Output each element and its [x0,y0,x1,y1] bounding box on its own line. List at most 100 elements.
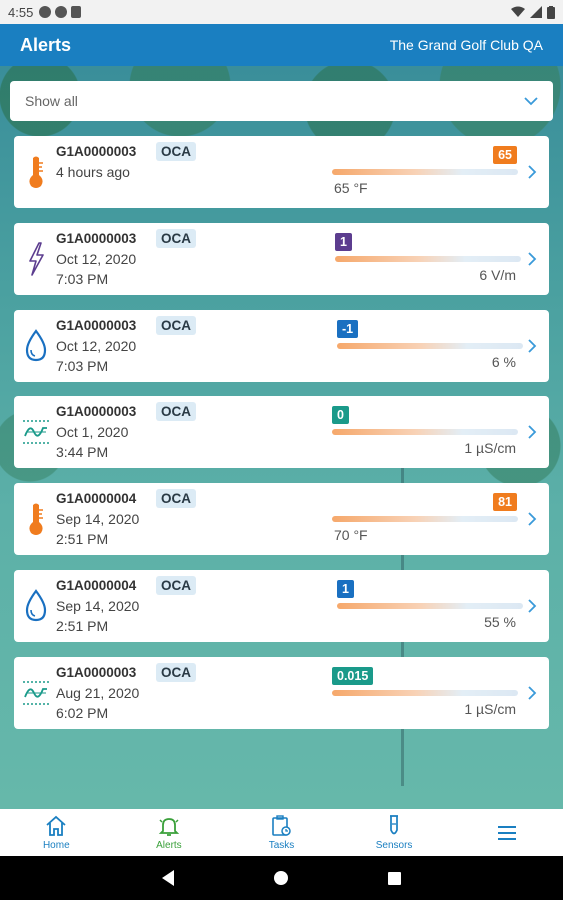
system-nav-bar [0,856,563,900]
sensor-id: G1A0000004 [56,491,137,506]
reading-text: 65 °F [334,180,368,196]
chevron-right-icon[interactable] [527,685,537,701]
alert-time: Oct 1, 2020 [56,424,129,440]
sensor-id: G1A0000003 [56,144,137,159]
chevron-right-icon [528,339,537,353]
bottom-nav: Home Alerts Tasks Sensors [0,809,563,856]
chevron-right-icon [528,165,537,179]
level-bar [335,256,521,262]
back-icon[interactable] [162,870,174,886]
tag-badge: OCA [156,576,196,595]
alert-time: 3:44 PM [56,444,109,460]
nav-alerts[interactable]: Alerts [113,809,226,856]
home-icon [46,815,66,836]
water-drop-icon [22,586,50,626]
value-badge: -1 [337,320,359,338]
tasks-icon [272,815,292,836]
tag-badge: OCA [156,402,196,421]
value-badge: 1 [337,580,354,598]
chevron-right-icon[interactable] [527,251,537,267]
app-notification-icon [55,6,68,18]
chevron-right-icon [528,599,537,613]
menu-icon [497,825,516,840]
value-badge: 81 [493,493,517,511]
nav-home[interactable]: Home [0,809,113,856]
sensor-id: G1A0000003 [56,404,137,419]
nav-label: Tasks [268,840,295,851]
nav-tasks[interactable]: Tasks [225,809,338,856]
chevron-right-icon [528,512,537,526]
level-bar [332,169,518,175]
reading-text: 6 V/m [479,267,516,283]
alert-time: 4 hours ago [56,164,130,180]
chevron-right-icon[interactable] [527,424,537,440]
value-badge: 1 [335,233,352,251]
alert-time: 2:51 PM [56,531,109,547]
alert-card[interactable]: G1A0000003 OCA Oct 12, 2020 7:03 PM -1 6 % [14,310,549,382]
alert-time: Oct 12, 2020 [56,338,137,354]
conductivity-icon [22,673,50,713]
nav-label: Home [42,840,70,851]
nav-menu[interactable] [450,809,563,856]
sensor-id: G1A0000003 [56,665,137,680]
tag-badge: OCA [156,663,196,682]
alert-time: 2:51 PM [56,618,109,634]
tag-badge: OCA [156,142,196,161]
sensor-probe-icon [390,815,399,835]
tag-badge: OCA [156,229,196,248]
value-badge: 0.015 [332,667,374,685]
sensor-id: G1A0000003 [56,231,137,246]
filter-value: Show all [25,93,78,109]
alert-card[interactable]: G1A0000003 OCA Oct 1, 2020 3:44 PM 0 1 µS/cm [14,396,549,468]
app-bar: Alerts The Grand Golf Club QA [0,24,563,66]
chevron-down-icon [524,97,538,106]
chevron-right-icon [528,425,537,439]
alert-card[interactable]: G1A0000003 OCA Aug 21, 2020 6:02 PM 0.015 1 µ… [14,657,549,729]
chevron-right-icon[interactable] [527,511,537,527]
reading-text: 70 °F [334,527,368,543]
alert-time: 7:03 PM [56,358,109,374]
reading-text: 6 % [491,354,516,370]
conductivity-icon [22,412,50,452]
signal-icon [530,6,542,18]
alert-card[interactable]: G1A0000004 OCA Sep 14, 2020 2:51 PM 1 55 % [14,570,549,642]
notification-icons [39,6,82,18]
alerts-content[interactable]: Show all G1A0000003 OCA 4 hours ago 65 65 °F… [0,66,563,809]
alert-card[interactable]: G1A0000004 OCA Sep 14, 2020 2:51 PM 81 70 °F [14,483,549,555]
level-bar [337,343,523,349]
filter-dropdown[interactable]: Show all [10,81,553,121]
club-name[interactable]: The Grand Golf Club QA [390,37,543,53]
recent-apps-icon[interactable] [388,871,401,885]
alert-time: Sep 14, 2020 [56,511,140,527]
tag-badge: OCA [156,489,196,508]
nav-sensors[interactable]: Sensors [338,809,451,856]
reading-text: 1 µS/cm [464,440,516,456]
alert-card[interactable]: G1A0000003 OCA 4 hours ago 65 65 °F [14,136,549,208]
chevron-right-icon[interactable] [527,338,537,354]
water-drop-icon [22,326,50,366]
reading-text: 1 µS/cm [464,701,516,717]
status-time: 4:55 [8,4,34,20]
chevron-right-icon[interactable] [527,598,537,614]
alert-time: Sep 14, 2020 [56,598,140,614]
alert-card[interactable]: G1A0000003 OCA Oct 12, 2020 7:03 PM 1 6 V/m [14,223,549,295]
chevron-right-icon[interactable] [527,164,537,180]
alert-time: 7:03 PM [56,271,109,287]
level-bar [332,429,518,435]
chevron-right-icon [528,686,537,700]
level-bar [337,603,523,609]
lightning-icon [22,239,50,279]
thermometer-icon [22,499,50,539]
nav-label: Alerts [156,840,182,851]
alert-time: Aug 21, 2020 [56,685,140,701]
battery-icon [547,5,555,19]
reading-text: 55 % [484,614,516,630]
alert-time: 6:02 PM [56,705,109,721]
level-bar [332,690,518,696]
thermometer-icon [22,152,50,192]
home-button-icon[interactable] [274,871,288,885]
level-bar [332,516,518,522]
wifi-icon [511,6,525,17]
app-notification-icon [39,6,52,18]
page-title: Alerts [20,34,72,55]
